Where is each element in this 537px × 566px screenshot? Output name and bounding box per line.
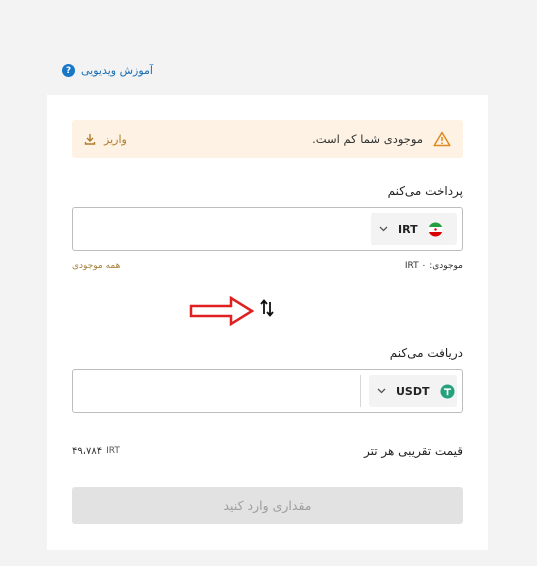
field-divider [360,375,361,407]
swap-arrows-icon [259,298,275,322]
receive-currency-code: USDT [396,384,430,398]
deposit-label: واریز [104,132,127,146]
warning-icon [433,131,451,147]
price-value-group: ۴۹،۷۸۴ IRT [72,446,120,457]
price-unit: IRT [106,446,120,456]
tether-icon [439,383,455,399]
download-icon [84,133,96,145]
swap-currencies-button[interactable] [257,298,277,322]
price-label: قیمت تقریبی هر تتر [363,444,463,458]
help-circle-icon: ? [62,64,75,77]
alert-message: موجودی شما کم است. [312,132,423,146]
chevron-down-icon [377,388,386,394]
low-balance-alert: واریز موجودی شما کم است. [72,120,463,158]
receive-amount-field: USDT [72,369,463,413]
exchange-card: واریز موجودی شما کم است. پرداخت می‌کنم I… [47,95,488,550]
pay-currency-code: IRT [398,222,418,236]
all-balance-button[interactable]: همه موجودی [72,261,120,271]
price-row: ۴۹،۷۸۴ IRT قیمت تقریبی هر تتر [72,444,463,458]
pay-label: پرداخت می‌کنم [387,184,463,198]
video-tutorial-label: آموزش ویدیویی [81,64,153,77]
chevron-down-icon [379,226,388,232]
pay-amount-field: IRT [72,207,463,251]
balance-row: همه موجودی موجودی: IRT ۰ [72,261,463,271]
submit-button[interactable]: مقداری وارد کنید [72,487,463,524]
deposit-button[interactable]: واریز [84,133,127,146]
balance-text: موجودی: IRT ۰ [404,261,463,271]
pay-currency-select[interactable]: IRT [371,213,457,245]
price-value: ۴۹،۷۸۴ [72,445,103,457]
pay-amount-input[interactable] [79,214,363,244]
video-tutorial-link[interactable]: ? آموزش ویدیویی [62,64,153,77]
red-arrow-annotation [189,295,255,330]
receive-amount-input[interactable] [79,376,363,406]
receive-label: دریافت می‌کنم [389,346,463,360]
iran-flag-icon [428,221,443,237]
receive-currency-select[interactable]: USDT [369,375,457,407]
